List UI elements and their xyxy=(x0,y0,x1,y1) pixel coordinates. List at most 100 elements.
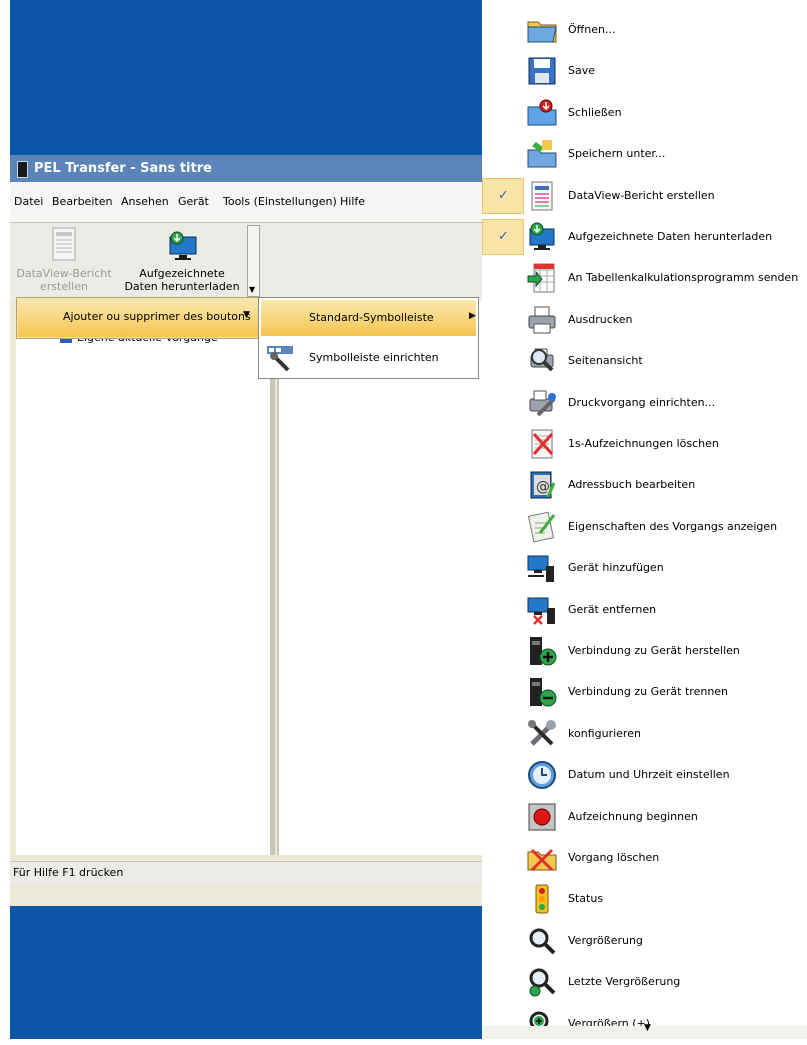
command-label: Speichern unter... xyxy=(568,147,666,161)
command-item[interactable]: Seitenansicht xyxy=(482,341,807,382)
submenu-standard-toolbar[interactable]: Standard-Symbolleiste ▶ xyxy=(261,300,476,336)
command-label: Verbindung zu Gerät herstellen xyxy=(568,644,740,657)
checkmark-icon: ✓ xyxy=(498,229,509,244)
command-label: Ausdrucken xyxy=(568,312,633,326)
device-remove-icon xyxy=(527,597,555,625)
command-item[interactable]: Status xyxy=(482,879,807,920)
record-button-icon xyxy=(528,803,556,831)
add-remove-buttons-label: Ajouter ou supprimer des boutons xyxy=(63,310,251,323)
traffic-light-icon xyxy=(535,884,549,914)
command-item[interactable]: An Tabellenkalkulationsprogramm senden xyxy=(482,258,807,299)
command-item[interactable]: Letzte Vergrößerung xyxy=(482,962,807,1003)
delete-session-icon xyxy=(527,848,557,872)
command-label: Seitenansicht xyxy=(568,354,643,368)
spreadsheet-icon xyxy=(527,263,555,293)
command-item[interactable]: Gerät hinzufügen xyxy=(482,548,807,589)
command-label: Aufzeichnung beginnen xyxy=(568,809,698,823)
app-window: PEL Transfer - Sans titre Datei Bearbeit… xyxy=(10,155,484,906)
command-item[interactable]: Vergrößerung xyxy=(482,921,807,962)
command-item[interactable]: Verbindung zu Gerät trennen xyxy=(482,672,807,713)
print-preview-icon xyxy=(530,348,554,372)
command-label: Vergrößerung xyxy=(568,933,643,947)
folder-save-as-icon xyxy=(527,140,557,168)
command-item[interactable]: Vorgang löschen xyxy=(482,838,807,879)
dataview-report-button[interactable]: DataView-Bericht erstellen xyxy=(14,227,114,297)
download-data-label: Aufgezeichnete Daten herunterladen xyxy=(124,267,240,293)
command-label: Vorgang löschen xyxy=(568,851,660,864)
command-label: An Tabellenkalkulationsprogramm senden xyxy=(568,271,799,285)
command-item[interactable]: Druckvorgang einrichten... xyxy=(482,383,807,424)
svg-text:@: @ xyxy=(536,479,550,495)
command-label: konfigurieren xyxy=(568,726,641,740)
menu-hilfe[interactable]: Hilfe xyxy=(340,195,365,209)
printer-icon xyxy=(528,306,556,334)
command-label: Datum und Uhrzeit einstellen xyxy=(568,768,730,782)
folder-close-icon xyxy=(527,99,557,126)
customize-toolbar-icon xyxy=(267,346,293,372)
status-bar: Für Hilfe F1 drücken xyxy=(10,861,482,884)
toolbar-options-button[interactable]: ▼ xyxy=(247,225,260,297)
menu-datei[interactable]: Datei xyxy=(14,195,43,209)
download-data-button[interactable]: Aufgezeichnete Daten herunterladen xyxy=(122,227,242,297)
connect-icon xyxy=(530,637,557,666)
tree-pane[interactable] xyxy=(16,319,275,855)
menu-bearbeiten[interactable]: Bearbeiten xyxy=(52,195,112,209)
command-label: Druckvorgang einrichten... xyxy=(568,395,716,409)
report-icon xyxy=(531,181,553,211)
dropdown-arrow-icon: ▼ xyxy=(243,310,250,320)
command-label: Gerät hinzufügen xyxy=(568,561,664,575)
command-item[interactable]: Datum und Uhrzeit einstellen xyxy=(482,755,807,796)
command-item[interactable]: ✓ Aufgezeichnete Daten herunterladen xyxy=(482,217,807,258)
command-check-cell[interactable]: ✓ xyxy=(482,177,524,214)
chevron-down-icon: ▼ xyxy=(249,285,256,294)
command-item[interactable]: 1s-Aufzeichnungen löschen xyxy=(482,424,807,465)
menu-tools[interactable]: Tools (Einstellungen) xyxy=(223,195,337,209)
command-item[interactable]: Schließen xyxy=(482,93,807,134)
command-item[interactable]: Aufzeichnung beginnen xyxy=(482,797,807,838)
command-item[interactable]: Gerät entfernen xyxy=(482,590,807,631)
command-list-scroll-down[interactable]: ▼ xyxy=(482,1023,807,1039)
command-item[interactable]: Ausdrucken xyxy=(482,300,807,341)
command-item[interactable]: Speichern unter... xyxy=(482,134,807,175)
command-label: Eigenschaften des Vorgangs anzeigen xyxy=(568,519,778,533)
title-bar[interactable]: PEL Transfer - Sans titre xyxy=(10,155,482,182)
command-label: 1s-Aufzeichnungen löschen xyxy=(568,437,719,450)
submenu-customize-toolbar[interactable]: Symbolleiste einrichten xyxy=(261,340,476,376)
monitor-download-icon xyxy=(169,231,197,260)
dataview-report-label: DataView-Bericht erstellen xyxy=(16,267,112,293)
command-item[interactable]: ✓ DataView-Bericht erstellen xyxy=(482,176,807,217)
menu-ansehen[interactable]: Ansehen xyxy=(121,195,169,209)
report-icon xyxy=(52,227,76,261)
command-label: Status xyxy=(568,892,604,906)
command-check-cell[interactable]: ✓ xyxy=(482,219,524,255)
command-label: Adressbuch bearbeiten xyxy=(568,478,696,492)
context-menu-add-remove[interactable]: Ajouter ou supprimer des boutons ▼ xyxy=(16,297,261,339)
tools-icon xyxy=(528,719,556,746)
print-setup-icon xyxy=(529,390,556,417)
command-label: Aufgezeichnete Daten herunterladen xyxy=(568,230,773,243)
command-item[interactable]: konfigurieren xyxy=(482,714,807,755)
zoom-previous-icon xyxy=(529,968,556,997)
app-icon xyxy=(17,161,28,178)
menu-bar: Datei Bearbeiten Ansehen Gerät Tools (Ei… xyxy=(10,182,482,223)
command-label: Save xyxy=(568,64,596,78)
submenu-arrow-icon: ▶ xyxy=(469,311,476,321)
command-label: Schließen xyxy=(568,105,622,119)
customize-toolbar-label: Symbolleiste einrichten xyxy=(309,351,439,364)
command-item[interactable]: Verbindung zu Gerät herstellen xyxy=(482,631,807,672)
command-label: Öffnen... xyxy=(568,23,616,36)
command-item[interactable]: Save xyxy=(482,51,807,92)
content-pane[interactable] xyxy=(277,301,484,855)
command-item[interactable]: Eigenschaften des Vorgangs anzeigen xyxy=(482,507,807,548)
command-label: DataView-Bericht erstellen xyxy=(568,188,715,202)
clock-icon xyxy=(528,761,556,790)
menu-geraet[interactable]: Gerät xyxy=(178,195,209,209)
scroll-down-icon: ▼ xyxy=(644,1023,651,1033)
command-label: Letzte Vergrößerung xyxy=(568,975,681,989)
zoom-icon xyxy=(529,928,556,955)
disconnect-icon xyxy=(530,678,557,707)
command-item[interactable]: Öffnen... xyxy=(482,10,807,51)
address-book-icon: @ xyxy=(530,471,556,499)
floppy-disk-icon xyxy=(528,57,556,85)
command-item[interactable]: @ Adressbuch bearbeiten xyxy=(482,465,807,506)
